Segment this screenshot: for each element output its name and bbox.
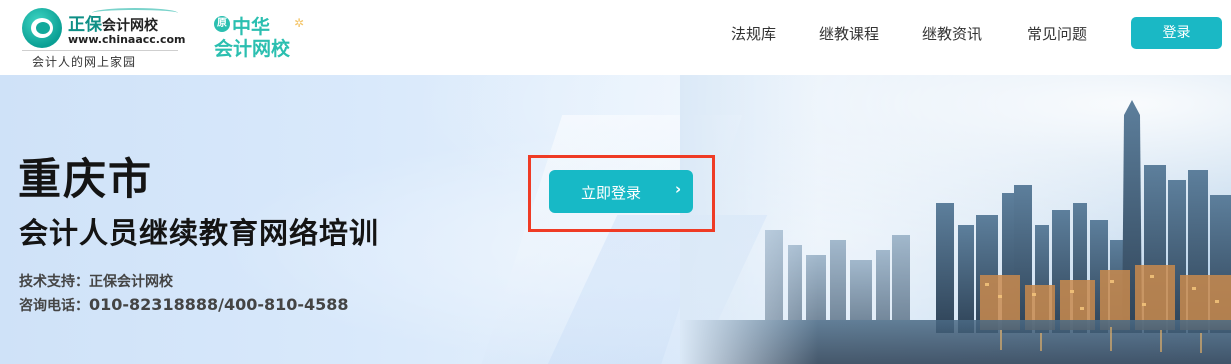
nav-item-news[interactable]: 继教资讯 — [922, 23, 982, 44]
city-skyline-image — [680, 75, 1231, 364]
nav-item-faq[interactable]: 常见问题 — [1027, 23, 1087, 44]
support-label: 技术支持： — [19, 274, 89, 290]
sparkle-icon: ✲ — [294, 16, 305, 30]
logo-divider — [22, 50, 178, 51]
nav-item-regulations[interactable]: 法规库 — [731, 23, 776, 44]
support-info: 技术支持：正保会计网校 — [19, 271, 173, 291]
login-now-button[interactable]: 立即登录 › — [549, 170, 693, 213]
logo-url: www.chinaacc.com — [68, 33, 186, 46]
zhonghua-logo[interactable]: 原 中华 会计网校 ✲ — [214, 12, 310, 62]
phone-value: 010-82318888/400-810-4588 — [89, 295, 349, 314]
zhonghua-badge: 原 — [214, 16, 230, 32]
support-value: 正保会计网校 — [89, 274, 173, 290]
page-subtitle: 会计人员继续教育网络培训 — [19, 216, 380, 250]
nav-item-courses[interactable]: 继教课程 — [819, 23, 879, 44]
login-now-label: 立即登录 — [581, 184, 642, 202]
hero-banner: 重庆市 会计人员继续教育网络培训 技术支持：正保会计网校 咨询电话：010-82… — [0, 75, 1231, 364]
zhengbao-logo-icon — [22, 8, 62, 48]
phone-label: 咨询电话： — [19, 298, 89, 314]
page-title-city: 重庆市 — [18, 155, 153, 205]
chevron-right-icon: › — [675, 180, 682, 198]
phone-info: 咨询电话：010-82318888/400-810-4588 — [19, 295, 349, 315]
logo-slogan: 会计人的网上家园 — [32, 55, 137, 69]
zhengbao-logo[interactable]: 正保会计网校 www.chinaacc.com 会计人的网上家园 — [22, 6, 186, 72]
logo-name: 正保会计网校 — [68, 15, 158, 35]
login-button[interactable]: 登录 — [1131, 17, 1222, 49]
site-header: 正保会计网校 www.chinaacc.com 会计人的网上家园 原 中华 会计… — [0, 0, 1231, 75]
zhonghua-logo-line2: 会计网校 — [214, 38, 291, 60]
